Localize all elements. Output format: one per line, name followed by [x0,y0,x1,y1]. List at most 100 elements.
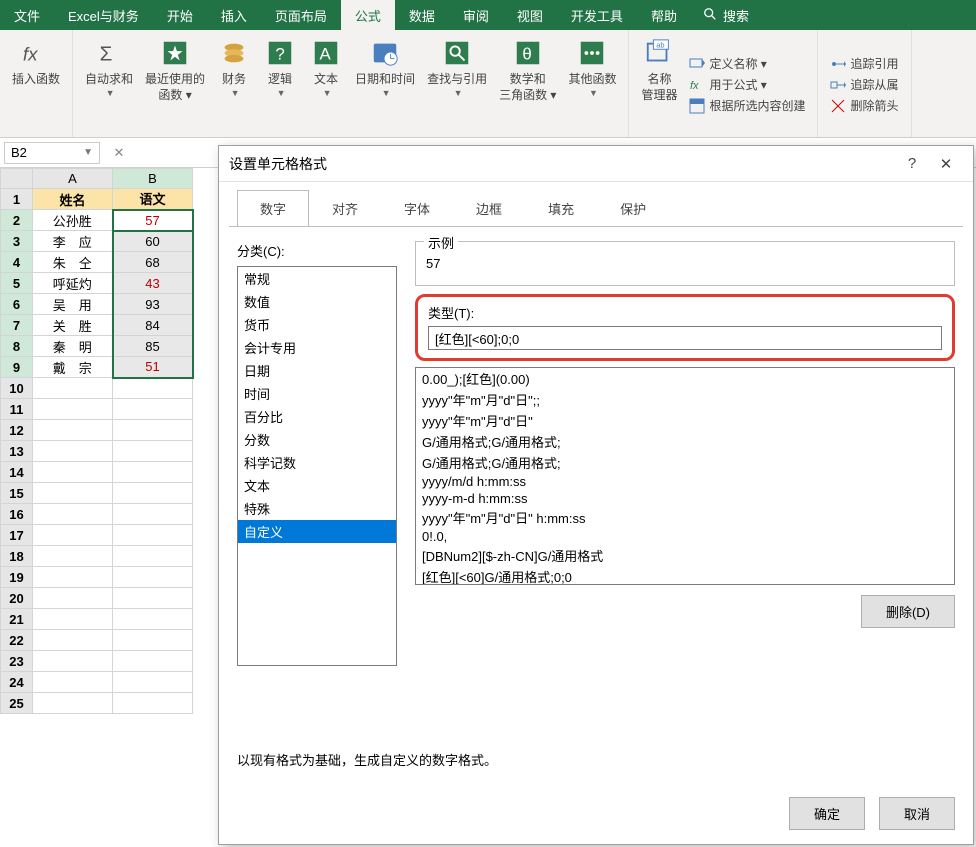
ok-button[interactable]: 确定 [789,797,865,830]
trace-dependents-button[interactable]: 追踪从属 [824,74,904,95]
cell[interactable]: 57 [113,210,193,231]
category-item[interactable]: 分数 [238,428,396,451]
cell[interactable] [113,651,193,672]
category-item[interactable]: 时间 [238,382,396,405]
row-header[interactable]: 9 [1,357,33,378]
autosum-button[interactable]: Σ 自动求和▼ [79,34,139,135]
tab-insert[interactable]: 插入 [207,0,261,30]
cell[interactable]: 朱 仝 [33,252,113,273]
select-all-corner[interactable] [1,169,33,189]
cell[interactable] [33,567,113,588]
recent-fn-button[interactable]: 最近使用的 函数 ▾ [139,34,211,135]
cell[interactable]: 呼延灼 [33,273,113,294]
cell[interactable] [113,504,193,525]
trace-precedents-button[interactable]: 追踪引用 [824,53,904,74]
cell[interactable] [33,546,113,567]
tab-file[interactable]: 文件 [0,0,54,30]
cell[interactable]: 语文 [113,189,193,210]
logic-fn-button[interactable]: ? 逻辑▼ [257,34,303,135]
row-header[interactable]: 11 [1,399,33,420]
category-item[interactable]: 科学记数 [238,451,396,474]
category-item[interactable]: 常规 [238,267,396,290]
type-input[interactable] [428,326,942,350]
category-item[interactable]: 文本 [238,474,396,497]
cell[interactable] [33,588,113,609]
delete-button[interactable]: 删除(D) [861,595,955,628]
row-header[interactable]: 25 [1,693,33,714]
cell[interactable] [33,609,113,630]
row-header[interactable]: 22 [1,630,33,651]
category-item[interactable]: 数值 [238,290,396,313]
tab-formulas[interactable]: 公式 [341,0,395,30]
cell[interactable]: 戴 宗 [33,357,113,378]
cell[interactable] [33,525,113,546]
row-header[interactable]: 7 [1,315,33,336]
row-header[interactable]: 14 [1,462,33,483]
cell[interactable] [113,525,193,546]
row-header[interactable]: 10 [1,378,33,399]
format-code-item[interactable]: 0.00_);[红色](0.00) [416,368,954,389]
format-code-item[interactable]: 0!.0, [416,528,954,545]
insert-function-button[interactable]: fx 插入函数 [6,34,66,90]
cell[interactable] [33,462,113,483]
row-header[interactable]: 23 [1,651,33,672]
cell[interactable] [33,651,113,672]
row-header[interactable]: 19 [1,567,33,588]
row-header[interactable]: 8 [1,336,33,357]
math-fn-button[interactable]: θ 数学和 三角函数 ▾ [493,34,562,135]
cell[interactable]: 93 [113,294,193,315]
cell[interactable] [113,630,193,651]
row-header[interactable]: 16 [1,504,33,525]
cell[interactable] [113,420,193,441]
col-header-b[interactable]: B [113,169,193,189]
category-listbox[interactable]: 常规数值货币会计专用日期时间百分比分数科学记数文本特殊自定义 [237,266,397,666]
format-code-item[interactable]: G/通用格式;G/通用格式; [416,431,954,452]
tab-data[interactable]: 数据 [395,0,449,30]
row-header[interactable]: 12 [1,420,33,441]
cell[interactable]: 吴 用 [33,294,113,315]
cell[interactable]: 李 应 [33,231,113,252]
cell[interactable]: 51 [113,357,193,378]
cell[interactable] [33,483,113,504]
help-button[interactable]: ? [895,155,929,172]
cell[interactable]: 68 [113,252,193,273]
category-item[interactable]: 会计专用 [238,336,396,359]
row-header[interactable]: 17 [1,525,33,546]
text-fn-button[interactable]: A 文本▼ [303,34,349,135]
row-header[interactable]: 18 [1,546,33,567]
row-header[interactable]: 6 [1,294,33,315]
tab-font[interactable]: 字体 [381,190,453,227]
format-code-item[interactable]: G/通用格式;G/通用格式; [416,452,954,473]
format-code-item[interactable]: yyyy"年"m"月"d"日" [416,410,954,431]
cell[interactable]: 秦 明 [33,336,113,357]
cell[interactable] [113,483,193,504]
tab-align[interactable]: 对齐 [309,190,381,227]
tab-home[interactable]: 开始 [153,0,207,30]
tab-protect[interactable]: 保护 [597,190,669,227]
tab-dev[interactable]: 开发工具 [557,0,637,30]
category-item[interactable]: 特殊 [238,497,396,520]
cell[interactable]: 公孙胜 [33,210,113,231]
cell[interactable] [113,672,193,693]
cell[interactable] [113,588,193,609]
cell[interactable]: 60 [113,231,193,252]
cell[interactable]: 姓名 [33,189,113,210]
cell[interactable] [113,609,193,630]
tab-view[interactable]: 视图 [503,0,557,30]
tab-page-layout[interactable]: 页面布局 [261,0,341,30]
define-name-button[interactable]: 定义名称 ▾ [683,53,811,74]
cell[interactable] [33,630,113,651]
ribbon-search[interactable]: 搜索 [691,0,761,30]
row-header[interactable]: 13 [1,441,33,462]
cell[interactable] [113,399,193,420]
row-header[interactable]: 4 [1,252,33,273]
row-header[interactable]: 15 [1,483,33,504]
name-manager-button[interactable]: ab 名称 管理器 [635,34,683,135]
format-code-item[interactable]: yyyy/m/d h:mm:ss [416,473,954,490]
category-item[interactable]: 日期 [238,359,396,382]
tab-fill[interactable]: 填充 [525,190,597,227]
tab-number[interactable]: 数字 [237,190,309,227]
cell[interactable] [113,546,193,567]
format-code-item[interactable]: [红色][<60]G/通用格式;0;0 [416,566,954,585]
tab-excel-finance[interactable]: Excel与财务 [54,0,153,30]
